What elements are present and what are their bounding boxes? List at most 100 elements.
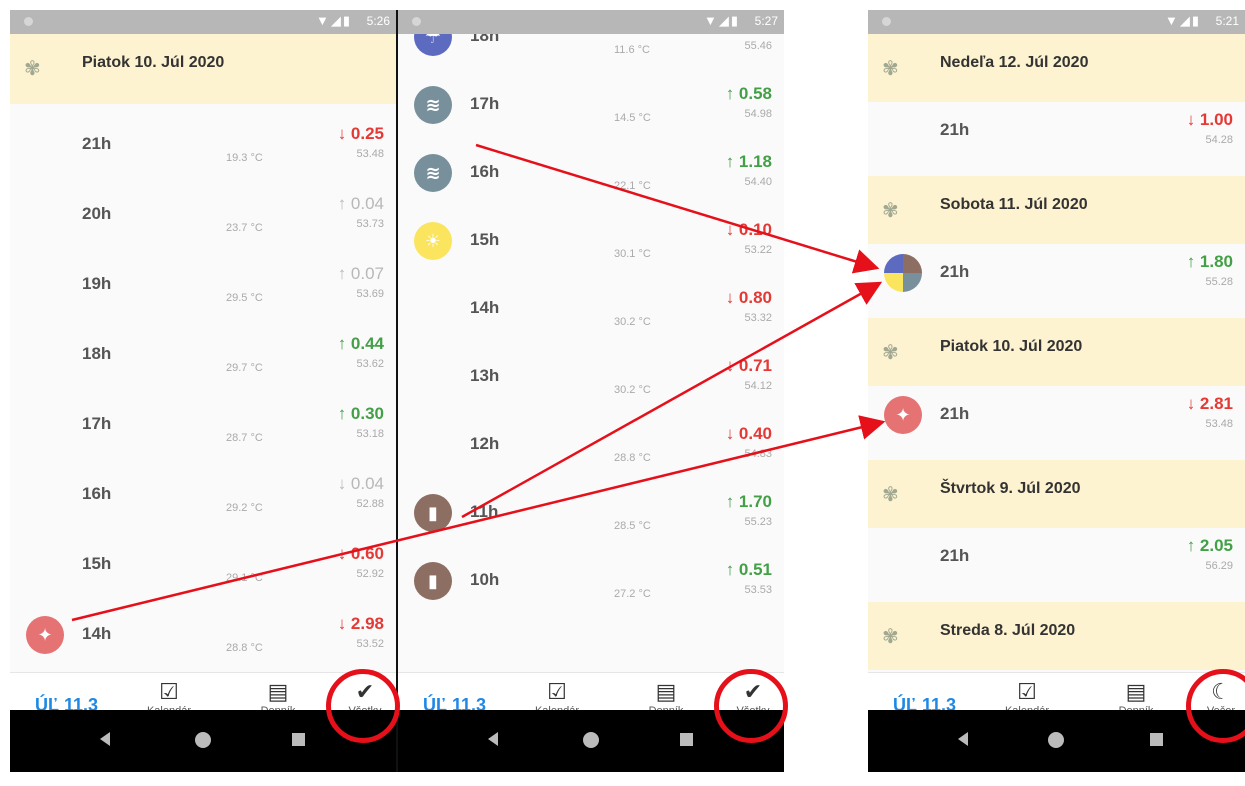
- hour-label: 12h: [470, 434, 500, 453]
- water-level: 53.48: [356, 148, 384, 160]
- level-change: ↑ 0.58: [725, 84, 772, 103]
- day-title: Piatok 10. Júl 2020: [940, 338, 1083, 355]
- day-title: Nedeľa 12. Júl 2020: [940, 54, 1089, 71]
- signal-icons: ▼◢▮: [703, 13, 740, 28]
- hour-row[interactable]: ✦ 14h 28.8 °C ↓ 2.98 53.52: [10, 602, 396, 672]
- notification-dot: [24, 17, 33, 26]
- temperature: 28.5 °C: [614, 520, 651, 532]
- level-change: ↓ 0.10: [725, 220, 772, 239]
- level-change: ↑ 1.70: [725, 492, 772, 511]
- sun-icon: ☀: [414, 222, 452, 260]
- back-icon[interactable]: [100, 732, 110, 746]
- water-level: 52.88: [356, 498, 384, 510]
- hour-row[interactable]: 18h 29.7 °C ↑ 0.44 53.62: [10, 322, 396, 392]
- hour-label: 15h: [82, 554, 112, 573]
- hour-label: 21h: [940, 262, 970, 281]
- water-level: 54.12: [744, 380, 772, 392]
- level-change: ↓ 1.00: [1186, 110, 1233, 129]
- hour-row[interactable]: ▮ 10h 27.2 °C ↑ 0.51 53.53: [398, 548, 784, 618]
- hour-label: 11h: [470, 502, 499, 521]
- day-header[interactable]: ✾ Štvrtok 9. Júl 2020: [868, 460, 1245, 528]
- hour-label: 16h: [82, 484, 112, 503]
- temperature: 30.2 °C: [614, 316, 651, 328]
- hour-row[interactable]: 21h ↑ 2.05 56.29: [868, 524, 1245, 594]
- clipboard-icon: ▤: [267, 679, 289, 704]
- hour-row[interactable]: 21h ↓ 1.00 54.28: [868, 98, 1245, 168]
- level-change: ↓ 2.98: [337, 614, 384, 633]
- temperature: 30.2 °C: [614, 384, 651, 396]
- hour-row[interactable]: ≋ 17h 14.5 °C ↑ 0.58 54.98: [398, 72, 784, 142]
- temperature: 23.7 °C: [226, 222, 263, 234]
- recents-icon[interactable]: [1150, 733, 1163, 746]
- level-change: ↑ 1.18: [725, 152, 772, 171]
- hour-row[interactable]: 12h 28.8 °C ↓ 0.40 54.83: [398, 412, 784, 482]
- temperature: 27.2 °C: [614, 588, 651, 600]
- temperature: 11.6 °C: [614, 44, 650, 56]
- day-header[interactable]: ✾ Nedeľa 12. Júl 2020: [868, 34, 1245, 102]
- recents-icon[interactable]: [680, 733, 693, 746]
- hour-row[interactable]: 13h 30.2 °C ↓ 0.71 54.12: [398, 344, 784, 414]
- water-level: 52.92: [356, 568, 384, 580]
- day-header[interactable]: ✾ Streda 8. Júl 2020: [868, 602, 1245, 670]
- temperature: 19.3 °C: [226, 152, 263, 164]
- back-icon[interactable]: [488, 732, 498, 746]
- temperature: 29.7 °C: [226, 362, 263, 374]
- status-bar: ▼◢▮ 5:21: [868, 10, 1245, 34]
- bucket-icon: ▮: [414, 562, 452, 600]
- hour-row[interactable]: 21h ↑ 1.80 55.28: [868, 240, 1245, 310]
- level-change: ↓ 0.25: [337, 124, 384, 143]
- water-level: 53.53: [744, 584, 772, 596]
- wind-icon: ≋: [414, 154, 452, 192]
- day-header[interactable]: ✾ Sobota 11. Júl 2020: [868, 176, 1245, 244]
- hour-row[interactable]: 20h 23.7 °C ↑ 0.04 53.73: [10, 182, 396, 252]
- hour-label: 18h: [82, 344, 112, 363]
- level-change: ↑ 0.44: [337, 334, 384, 353]
- home-icon[interactable]: [195, 732, 211, 748]
- hour-row[interactable]: 15h 29.1 °C ↓ 0.60 52.92: [10, 532, 396, 602]
- status-time: 5:21: [1215, 14, 1239, 28]
- hour-row[interactable]: ▮ 11h 28.5 °C ↑ 1.70 55.23: [398, 480, 784, 550]
- status-bar: ▼◢▮ 5:27: [398, 10, 784, 34]
- level-change: ↑ 0.04: [337, 194, 384, 213]
- hour-row[interactable]: 17h 28.7 °C ↑ 0.30 53.18: [10, 392, 396, 462]
- bucket-icon: ▮: [414, 494, 452, 532]
- hour-label: 15h: [470, 230, 500, 249]
- water-level: 55.46: [744, 40, 772, 52]
- hour-row[interactable]: 21h 19.3 °C ↓ 0.25 53.48: [10, 112, 396, 182]
- level-change: ↓ 2.81: [1186, 394, 1233, 413]
- day-title: Sobota 11. Júl 2020: [940, 196, 1088, 213]
- hour-row[interactable]: ≋ 16h 22.1 °C ↑ 1.18 54.40: [398, 140, 784, 210]
- day-title: Štvrtok 9. Júl 2020: [940, 480, 1081, 497]
- water-level: 56.29: [1205, 560, 1233, 572]
- status-time: 5:27: [754, 14, 778, 28]
- hour-row[interactable]: ☀ 15h 30.1 °C ↓ 0.10 53.22: [398, 208, 784, 278]
- back-icon[interactable]: [958, 732, 968, 746]
- water-level: 53.73: [356, 218, 384, 230]
- hour-row[interactable]: 14h 30.2 °C ↓ 0.80 53.32: [398, 276, 784, 346]
- day-header[interactable]: ✾ Piatok 10. Júl 2020: [868, 318, 1245, 386]
- signal-icons: ▼◢▮: [1164, 13, 1201, 28]
- hour-label: 17h: [82, 414, 112, 433]
- hour-row[interactable]: 19h 29.5 °C ↑ 0.07 53.69: [10, 252, 396, 322]
- water-level: 54.83: [744, 448, 772, 460]
- water-level: 53.62: [356, 358, 384, 370]
- calendar-icon: ✾: [882, 200, 899, 222]
- left-screen: ▼◢▮ 5:26 ✾ Piatok 10. Júl 2020 21h 19.3 °…: [10, 10, 396, 772]
- level-change: ↑ 2.05: [1186, 536, 1233, 555]
- home-icon[interactable]: [583, 732, 599, 748]
- signal-icons: ▼◢▮: [315, 13, 352, 28]
- calendar-check-icon: ☑: [1017, 679, 1037, 704]
- hour-row[interactable]: ✦ 21h ↓ 2.81 53.48: [868, 382, 1245, 452]
- water-level: 53.18: [356, 428, 384, 440]
- clipboard-icon: ▤: [1125, 679, 1147, 704]
- level-change: ↓ 0.80: [725, 288, 772, 307]
- hour-label: 21h: [940, 404, 970, 423]
- hour-label: 21h: [940, 546, 970, 565]
- recents-icon[interactable]: [292, 733, 305, 746]
- level-change: ↑ 1.80: [1186, 252, 1233, 271]
- hour-row[interactable]: 16h 29.2 °C ↓ 0.04 52.88: [10, 462, 396, 532]
- status-time: 5:26: [366, 14, 390, 28]
- water-level: 53.52: [356, 638, 384, 650]
- home-icon[interactable]: [1048, 732, 1064, 748]
- level-change: ↑ 0.51: [725, 560, 772, 579]
